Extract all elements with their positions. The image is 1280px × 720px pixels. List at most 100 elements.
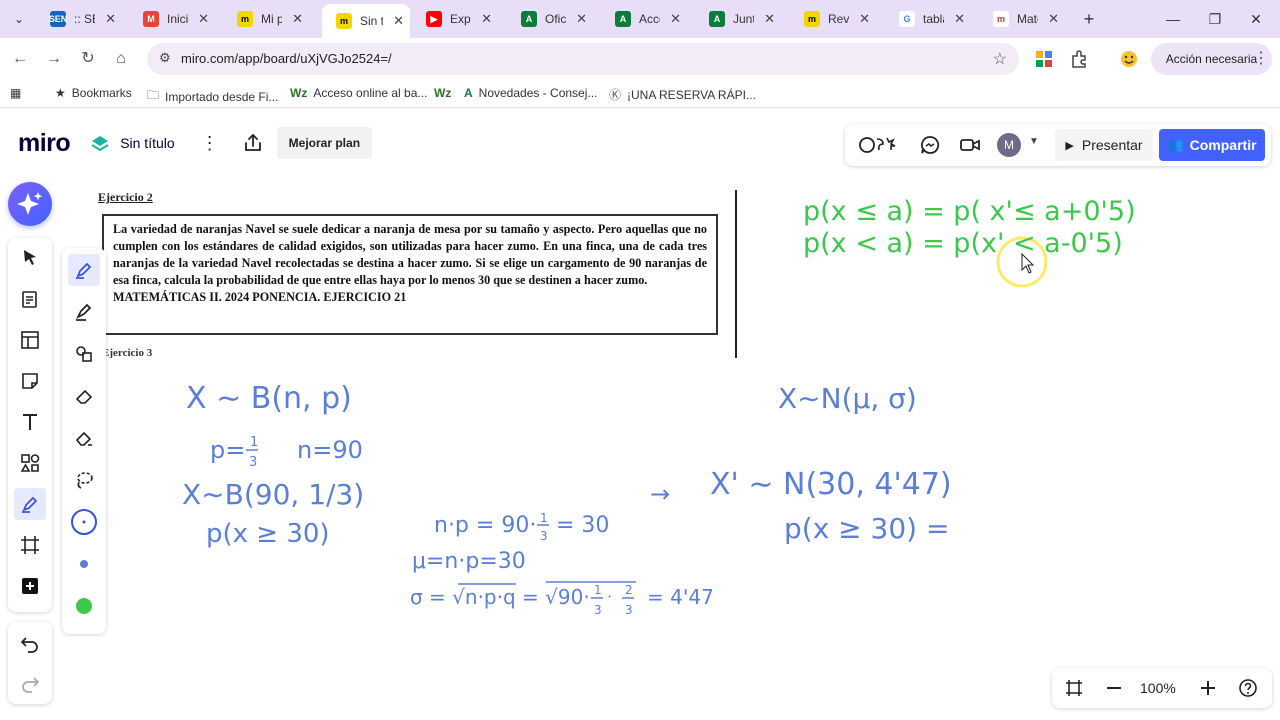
bookmarks-bar: ▦ ★ Bookmarks 🗀 Importado desde Fi... Wz Ac…: [0, 80, 1280, 108]
close-tab-icon[interactable]: ✕: [481, 11, 492, 27]
browser-tab[interactable]: A Junta ✕: [695, 5, 781, 33]
svg-text:3: 3: [594, 603, 602, 617]
reload-button[interactable]: ↻: [77, 48, 99, 70]
color-green-option[interactable]: [68, 590, 100, 622]
close-tab-icon[interactable]: ✕: [576, 11, 587, 27]
close-tab-icon[interactable]: ✕: [198, 11, 209, 27]
browser-tab[interactable]: A Oficin ✕: [507, 5, 593, 33]
url-text[interactable]: miro.com/app/board/uXjVGJo2524=/: [181, 51, 392, 66]
home-button[interactable]: ⌂: [110, 48, 132, 70]
comment-icon[interactable]: [919, 134, 941, 156]
tab-title: Iniciar: [167, 12, 189, 26]
bookmark-star-icon[interactable]: ☆: [993, 49, 1007, 69]
browser-tab[interactable]: m Mi pr ✕: [223, 5, 309, 33]
shapes-tool[interactable]: [14, 447, 46, 479]
zoom-out-icon[interactable]: [1104, 678, 1124, 698]
miro-board-canvas[interactable]: Ejercicio 2 La variedad de naranjas Nave…: [0, 116, 1280, 720]
browser-tab[interactable]: m Sin tít ✕: [322, 4, 410, 38]
bookmark-wz[interactable]: Wz: [434, 86, 457, 100]
apps-grid-icon[interactable]: ▦: [10, 86, 27, 100]
pen-options-panel: [62, 248, 106, 634]
frames-tool[interactable]: [14, 324, 46, 356]
close-tab-icon[interactable]: ✕: [393, 13, 404, 29]
highlighter-option[interactable]: [68, 296, 100, 328]
restore-window-button[interactable]: ❐: [1204, 8, 1226, 30]
more-tools-button[interactable]: [14, 570, 46, 602]
board-menu-icon[interactable]: ⋮: [201, 133, 219, 154]
svg-text:= 4'47: = 4'47: [647, 585, 714, 609]
close-tab-icon[interactable]: ✕: [105, 11, 116, 27]
cursor-icon: [24, 250, 36, 265]
browser-menu-icon[interactable]: ⋮: [1250, 48, 1272, 70]
close-tab-icon[interactable]: ✕: [859, 11, 870, 27]
reactions-icon[interactable]: [857, 134, 899, 156]
frame-tool[interactable]: [14, 529, 46, 561]
present-button[interactable]: ▶ Presentar: [1055, 129, 1153, 161]
lasso-option[interactable]: [68, 464, 100, 496]
close-tab-icon[interactable]: ✕: [670, 11, 681, 27]
bookmark-novedades[interactable]: A Novedades - Consej...: [464, 86, 597, 100]
tab-search-chevron-icon[interactable]: ⌄: [8, 8, 30, 30]
color-blue-option[interactable]: [68, 548, 100, 580]
bookmark-acceso-online[interactable]: Wz Acceso online al ba...: [290, 86, 427, 100]
browser-tab[interactable]: m Revis ✕: [790, 5, 876, 33]
close-tab-icon[interactable]: ✕: [954, 11, 965, 27]
tab-title: Acces: [639, 12, 660, 26]
pen-tool[interactable]: [14, 488, 46, 520]
address-bar[interactable]: ⚙ miro.com/app/board/uXjVGJo2524=/ ☆: [147, 43, 1019, 75]
share-button[interactable]: 👥 Compartir: [1159, 129, 1265, 161]
board-title[interactable]: Sin título: [120, 135, 174, 151]
site-info-icon[interactable]: ⚙: [159, 50, 171, 66]
close-tab-icon[interactable]: ✕: [1048, 11, 1059, 27]
browser-tab[interactable]: ▶ Exper ✕: [412, 5, 498, 33]
stroke-size-option[interactable]: [68, 506, 100, 538]
eraser-option[interactable]: [68, 380, 100, 412]
new-tab-button[interactable]: +: [1078, 8, 1100, 30]
sticky-note-tool[interactable]: [14, 365, 46, 397]
smart-drawing-option[interactable]: [68, 338, 100, 370]
browser-tab[interactable]: SEN:: SEN ✕: [36, 5, 122, 33]
avatar[interactable]: M: [997, 133, 1021, 157]
bookmark-importado[interactable]: 🗀 Importado desde Fi...: [147, 86, 278, 107]
forward-button[interactable]: →: [43, 48, 65, 70]
redo-button[interactable]: [14, 668, 46, 700]
close-tab-icon[interactable]: ✕: [292, 11, 303, 27]
ai-assist-button[interactable]: [8, 182, 52, 226]
zoom-level[interactable]: 100%: [1140, 680, 1176, 696]
play-icon: ▶: [1065, 139, 1074, 152]
browser-tab[interactable]: A Acces ✕: [601, 5, 687, 33]
pen-option[interactable]: [68, 254, 100, 286]
sen-favicon-icon: SEN: [49, 11, 67, 27]
object-eraser-option[interactable]: [68, 422, 100, 454]
video-call-icon[interactable]: [959, 134, 981, 156]
select-tool[interactable]: [14, 242, 46, 274]
miro-logo[interactable]: miro: [18, 129, 71, 158]
minimize-window-button[interactable]: —: [1162, 8, 1184, 30]
fit-to-screen-icon[interactable]: [1064, 678, 1084, 698]
a-favicon-icon: A: [709, 11, 725, 27]
bookmark-bookmarks[interactable]: ★ Bookmarks: [55, 86, 132, 100]
eraser-icon: [75, 389, 93, 404]
back-button[interactable]: ←: [9, 48, 31, 70]
export-icon[interactable]: [243, 133, 263, 153]
browser-tab[interactable]: M Iniciar ✕: [129, 5, 215, 33]
chevron-down-icon[interactable]: ▼: [1029, 136, 1039, 147]
upgrade-plan-button[interactable]: Mejorar plan: [276, 127, 373, 159]
undo-button[interactable]: [14, 628, 46, 660]
text-tool[interactable]: [14, 406, 46, 438]
browser-tab[interactable]: m Mate ✕: [979, 5, 1065, 33]
zoom-in-icon[interactable]: [1198, 678, 1218, 698]
note-normal-params: X' ∼ N(30, 4'47): [710, 467, 952, 502]
bookmark-reserva[interactable]: Ⓚ ¡UNA RESERVA RÁPI...: [609, 86, 756, 103]
formula-leq: p(x ≤ a) = p( x'≤ a+0'5): [803, 196, 1136, 227]
close-window-button[interactable]: ✕: [1245, 8, 1267, 30]
help-icon[interactable]: [1238, 678, 1258, 698]
extension-grid-icon[interactable]: [1035, 50, 1053, 68]
extensions-puzzle-icon[interactable]: [1070, 50, 1088, 68]
templates-tool[interactable]: [14, 283, 46, 315]
blue-notes: X ∼ B(n, p) p= 1 3 n=90 X∼B(90, 1/3) p(x…: [182, 381, 952, 617]
browser-tab[interactable]: Gtabla ✕: [885, 5, 971, 33]
profile-emoji-icon[interactable]: [1120, 50, 1138, 68]
close-tab-icon[interactable]: ✕: [764, 11, 775, 27]
layout-icon: [21, 331, 39, 349]
